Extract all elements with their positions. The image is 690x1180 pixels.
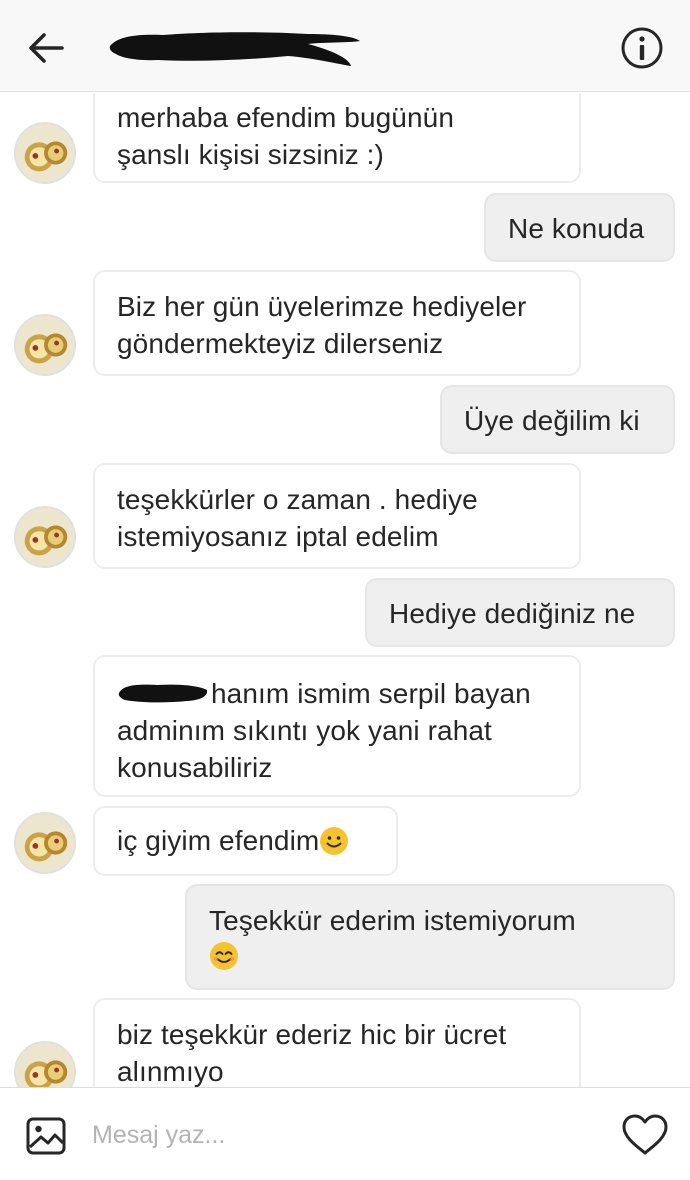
incoming-message[interactable]: hanım ismim serpil bayan adminım sıkıntı… xyxy=(93,655,581,797)
message-composer xyxy=(0,1087,690,1180)
info-circle-icon xyxy=(621,27,663,69)
outgoing-message[interactable]: Üye değilim ki xyxy=(440,385,675,454)
like-button[interactable] xyxy=(620,1112,670,1158)
message-line: Ne konuda xyxy=(508,213,645,244)
info-button[interactable] xyxy=(618,24,666,72)
arrow-left-icon xyxy=(29,33,64,63)
smiling-face-emoji xyxy=(320,827,349,855)
outgoing-message[interactable]: Ne konuda xyxy=(484,193,675,262)
outgoing-message[interactable]: Teşekkür ederim istemiyorum xyxy=(185,884,675,990)
message-line: biz teşekkür ederiz hic bir ücret xyxy=(117,1019,507,1050)
message-line: Biz her gün üyelerimze hediyeler xyxy=(117,291,527,322)
message-line: göndermekteyiz dilerseniz xyxy=(117,328,444,359)
conversation-header xyxy=(0,0,690,92)
incoming-message[interactable]: merhaba efendim bugünün şanslı kişisi si… xyxy=(93,93,581,183)
smiling-eyes-face-emoji xyxy=(210,942,238,970)
incoming-message[interactable]: teşekkürler o zaman . hediye istemiyosan… xyxy=(93,463,581,569)
contact-avatar[interactable] xyxy=(14,122,76,184)
image-gallery-icon xyxy=(26,1117,66,1155)
heart-icon xyxy=(622,1114,668,1155)
message-line: Teşekkür ederim istemiyorum xyxy=(209,905,576,936)
outgoing-message[interactable]: Hediye dediğiniz ne xyxy=(365,578,675,647)
contact-avatar[interactable] xyxy=(14,314,76,376)
message-line: Hediye dediğiniz ne xyxy=(389,598,636,629)
message-line: adminım sıkıntı yok yani rahat xyxy=(117,715,492,746)
contact-avatar[interactable] xyxy=(14,1041,76,1087)
incoming-message[interactable]: Biz her gün üyelerimze hediyeler gönderm… xyxy=(93,270,581,376)
message-line: teşekkürler o zaman . hediye xyxy=(117,484,478,515)
message-line: şanslı kişisi sizsiniz :) xyxy=(117,139,384,170)
message-input[interactable] xyxy=(92,1114,592,1156)
message-line-with-redaction: hanım ismim serpil bayan xyxy=(117,675,557,712)
redacted-username xyxy=(109,32,360,66)
message-line: alınmıyo xyxy=(117,1056,224,1087)
contact-avatar[interactable] xyxy=(14,812,76,874)
message-line: hanım ismim serpil bayan xyxy=(211,678,531,709)
contact-avatar[interactable] xyxy=(14,506,76,568)
message-thread[interactable]: merhaba efendim bugünün şanslı kişisi si… xyxy=(0,93,690,1087)
message-line: konusabiliriz xyxy=(117,752,273,783)
gallery-button[interactable] xyxy=(24,1114,68,1158)
message-line: merhaba efendim bugünün xyxy=(117,102,454,133)
message-line: Üye değilim ki xyxy=(464,405,640,436)
redacted-name xyxy=(118,684,208,703)
back-button[interactable] xyxy=(24,26,68,70)
message-line: iç giyim efendim xyxy=(117,825,320,856)
incoming-message[interactable]: iç giyim efendim xyxy=(93,806,398,876)
message-line: istemiyosanız iptal edelim xyxy=(117,521,439,552)
incoming-message[interactable]: biz teşekkür ederiz hic bir ücret alınmı… xyxy=(93,998,581,1087)
